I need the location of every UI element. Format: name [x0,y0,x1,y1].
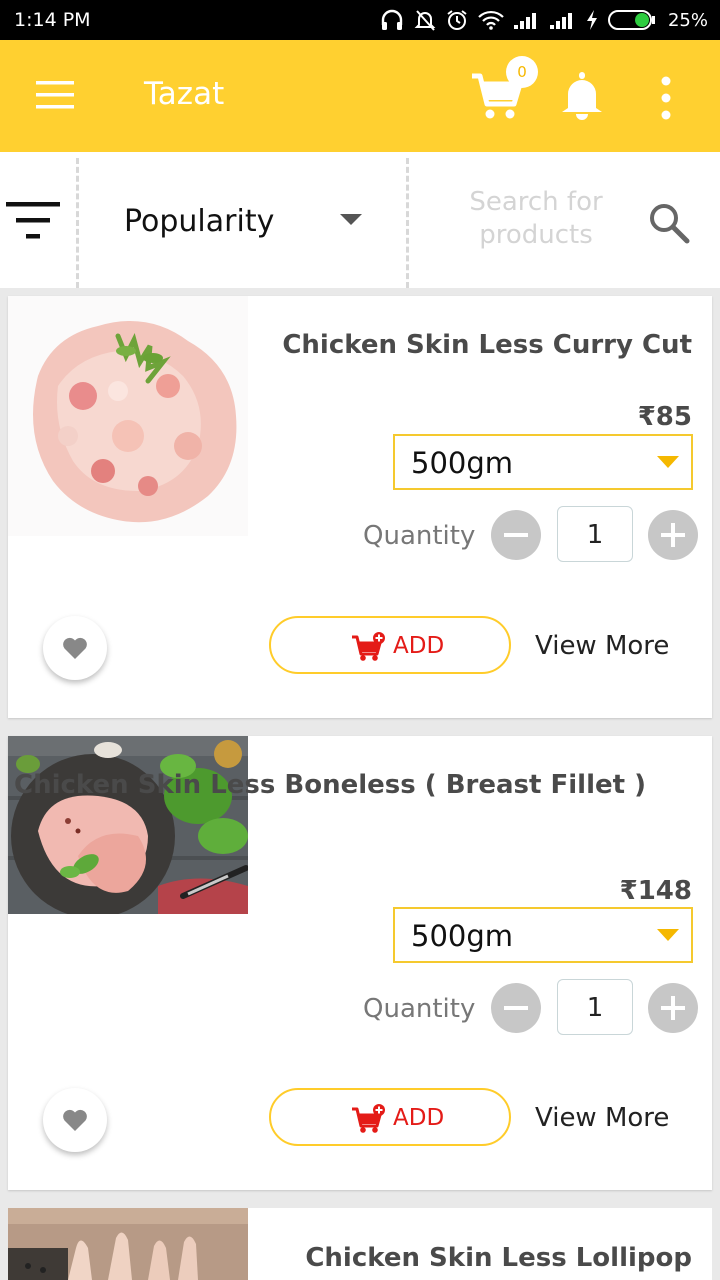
view-more-link[interactable]: View More [535,1103,669,1133]
quantity-decrease-button[interactable] [491,983,541,1033]
quantity-increase-button[interactable] [648,510,698,560]
product-title: Chicken Skin Less Boneless ( Breast Fill… [14,770,646,800]
divider [76,158,79,288]
product-image[interactable] [8,736,248,914]
mute-bell-icon [414,10,436,31]
search-icon [650,204,690,244]
product-image[interactable] [8,1208,248,1280]
status-time: 1:14 PM [14,9,91,31]
sort-dropdown[interactable]: Popularity [100,192,380,252]
filter-icon [6,202,60,239]
product-image[interactable] [8,296,248,536]
add-to-cart-button[interactable]: ADD [269,1088,511,1146]
quantity-value[interactable]: 1 [557,506,633,562]
battery-icon [607,10,655,30]
weight-dropdown[interactable]: 500gm [393,907,693,963]
wifi-icon [478,10,504,30]
weight-selected-label: 500gm [411,919,514,953]
add-cart-icon [352,1104,385,1133]
favorite-button[interactable] [43,1088,107,1152]
hamburger-menu-icon [36,81,74,109]
add-cart-icon [352,632,385,661]
quantity-increase-button[interactable] [648,983,698,1033]
chicken-breast-fillet-image [8,736,248,914]
filter-button[interactable] [6,202,62,242]
status-bar: 1:14 PM 25% [0,0,720,40]
add-button-label: ADD [393,633,445,659]
add-button-label: ADD [393,1105,445,1131]
product-title: Chicken Skin Less Lollipop [305,1243,692,1273]
weight-dropdown[interactable]: 500gm [393,434,693,490]
product-price: ₹148 [619,876,692,906]
search-button[interactable] [648,202,690,249]
product-card: Chicken Skin Less Curry Cut ₹85 500gm Qu… [8,296,712,718]
divider [406,158,409,288]
weight-selected-label: 500gm [411,446,514,480]
dropdown-arrow-icon [657,929,679,941]
app-title: Tazat [144,76,225,112]
chicken-curry-cut-image [8,296,248,536]
more-options-button[interactable] [656,76,676,120]
more-vertical-icon [661,76,671,120]
product-card: Chicken Skin Less Boneless ( Breast Fill… [8,736,712,1190]
search-input[interactable] [440,186,632,258]
notifications-button[interactable] [560,72,606,122]
cart-count-badge: 0 [506,56,538,88]
bell-icon [562,72,602,120]
chicken-lollipop-image [8,1208,248,1280]
headphones-icon [381,9,403,30]
product-card: Chicken Skin Less Lollipop [8,1208,712,1280]
quantity-decrease-button[interactable] [491,510,541,560]
signal-icon [513,13,536,29]
product-title: Chicken Skin Less Curry Cut [282,330,692,360]
signal-icon-2 [549,13,572,29]
menu-button[interactable] [36,80,76,110]
alarm-icon [447,10,467,30]
status-icons: 25% [380,9,708,31]
charging-icon [586,10,597,30]
favorite-button[interactable] [43,616,107,680]
sort-selected-label: Popularity [124,204,275,239]
dropdown-arrow-icon [340,214,362,225]
view-more-link[interactable]: View More [535,631,669,661]
dropdown-arrow-icon [657,456,679,468]
app-bar: Tazat 0 [0,40,720,152]
quantity-label: Quantity [363,994,476,1024]
quantity-value[interactable]: 1 [557,979,633,1035]
heart-icon [63,1109,87,1131]
filter-bar: Popularity [0,152,720,288]
battery-percent: 25% [667,9,708,31]
quantity-label: Quantity [363,521,476,551]
heart-icon [63,637,87,659]
add-to-cart-button[interactable]: ADD [269,616,511,674]
product-price: ₹85 [637,402,692,432]
